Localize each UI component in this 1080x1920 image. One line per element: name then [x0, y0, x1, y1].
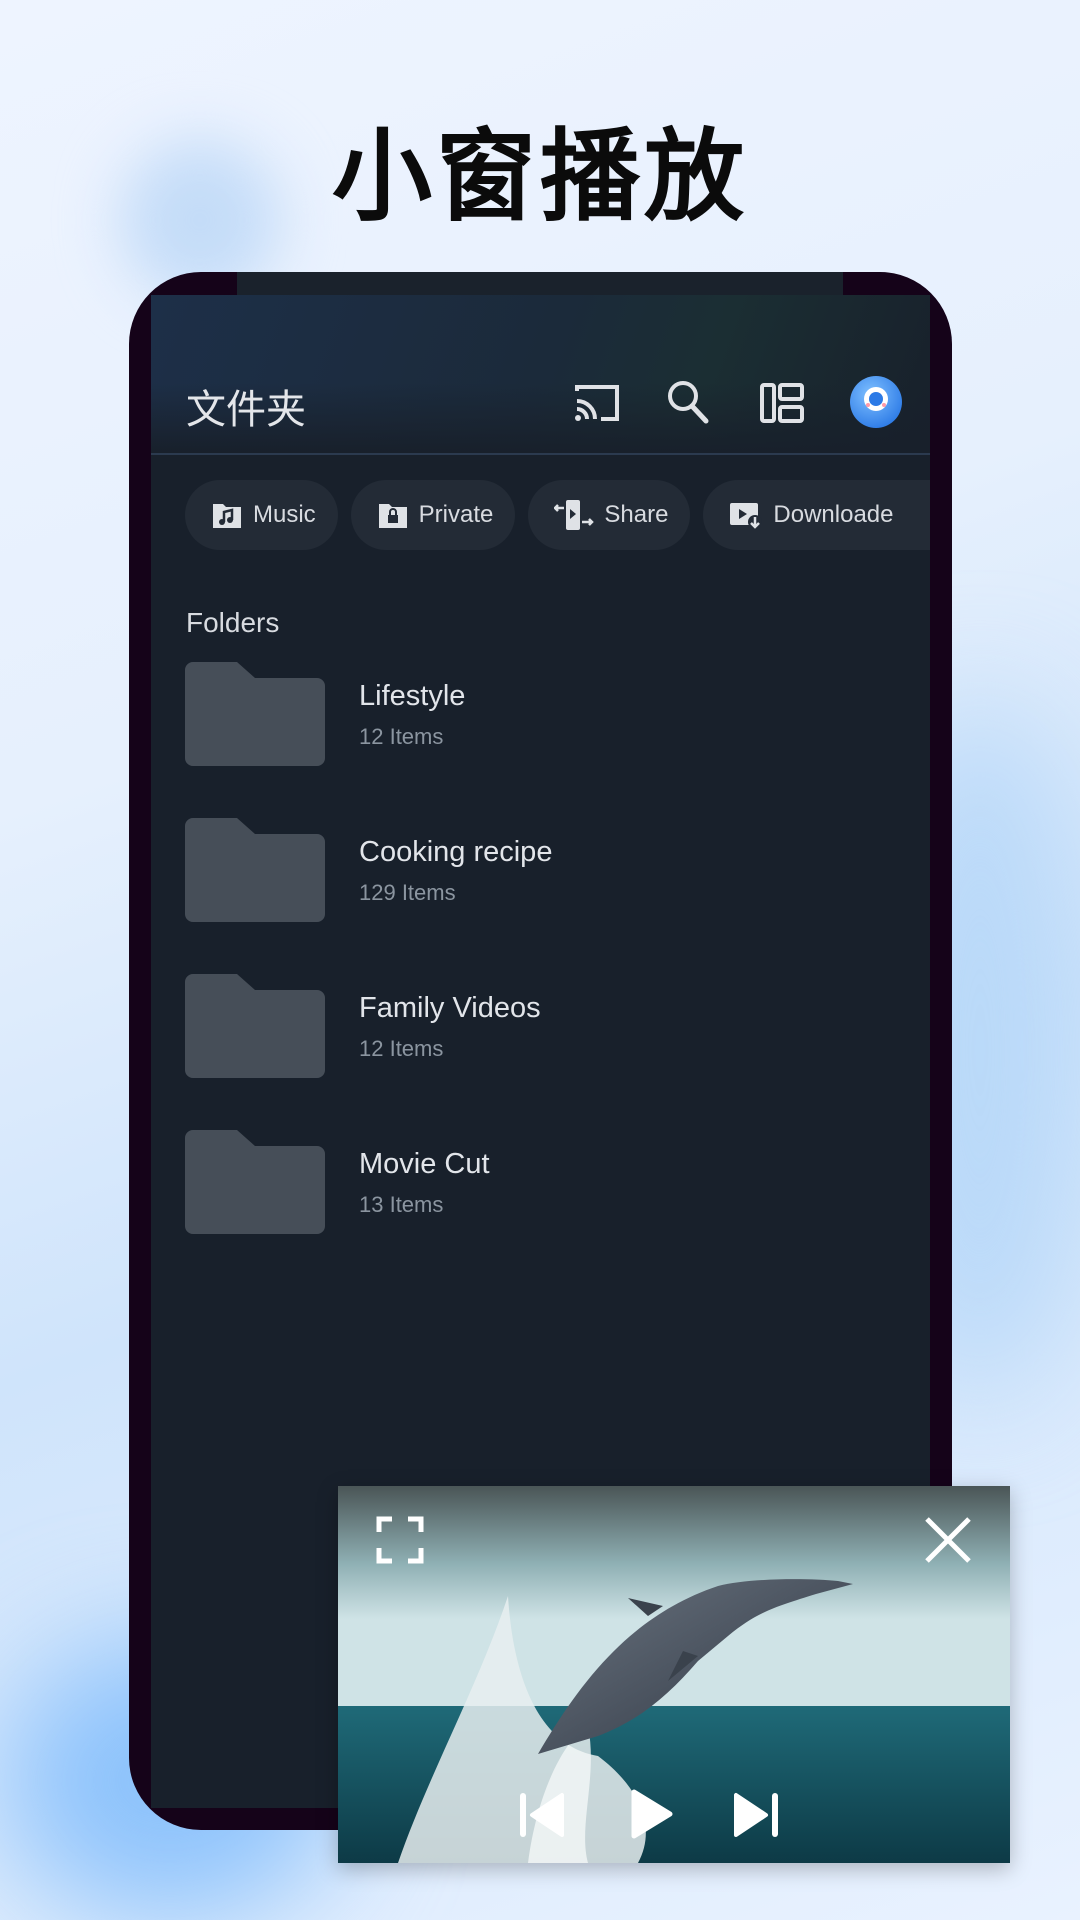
headline: 小窗播放 [332, 118, 748, 235]
chip-label: Downloade [773, 501, 894, 528]
avatar-icon[interactable] [849, 375, 903, 429]
folder-icon [185, 1130, 325, 1234]
pip-player[interactable] [338, 1486, 1010, 1863]
previous-icon[interactable] [518, 1791, 566, 1839]
folder-row[interactable]: Cooking recipe 129 Items [185, 818, 885, 922]
folder-name: Family Videos [359, 992, 541, 1024]
folder-count: 13 Items [359, 1192, 444, 1217]
music-folder-icon [213, 504, 241, 528]
folder-count: 12 Items [359, 1036, 444, 1061]
folder-name: Cooking recipe [359, 836, 553, 868]
layout-icon[interactable] [760, 383, 804, 423]
chip-label: Music [253, 501, 316, 528]
download-video-icon [730, 503, 763, 529]
lock-folder-icon [378, 504, 407, 528]
folder-icon [185, 818, 325, 922]
folder-icon [185, 974, 325, 1078]
close-icon[interactable] [924, 1516, 972, 1564]
search-icon[interactable] [666, 379, 710, 425]
page-title: 文件夹 [186, 387, 306, 433]
section-label: Folders [186, 607, 280, 638]
folder-icon [185, 662, 325, 766]
folder-count: 129 Items [359, 880, 456, 905]
next-icon[interactable] [732, 1791, 780, 1839]
folder-name: Lifestyle [359, 680, 466, 712]
play-icon[interactable] [630, 1788, 674, 1840]
chip-music[interactable]: Music [185, 480, 338, 550]
fullscreen-icon[interactable] [376, 1516, 424, 1564]
status-bar [237, 272, 843, 296]
cast-icon[interactable] [573, 383, 621, 423]
folder-count: 12 Items [359, 724, 444, 749]
chip-download[interactable]: Downloade [703, 480, 930, 550]
chip-private[interactable]: Private [350, 480, 516, 550]
chip-label: Share [604, 501, 669, 528]
video-frame [338, 1486, 1010, 1863]
folder-name: Movie Cut [359, 1148, 490, 1180]
folder-row[interactable]: Movie Cut 13 Items [185, 1130, 885, 1234]
chip-bar: Music Private Share Downloade [185, 480, 930, 550]
chip-label: Private [418, 501, 494, 528]
chip-share[interactable]: Share [528, 480, 691, 550]
share-transfer-icon [554, 500, 595, 530]
folder-row[interactable]: Lifestyle 12 Items [185, 662, 885, 766]
header-divider [151, 453, 930, 455]
folder-row[interactable]: Family Videos 12 Items [185, 974, 885, 1078]
